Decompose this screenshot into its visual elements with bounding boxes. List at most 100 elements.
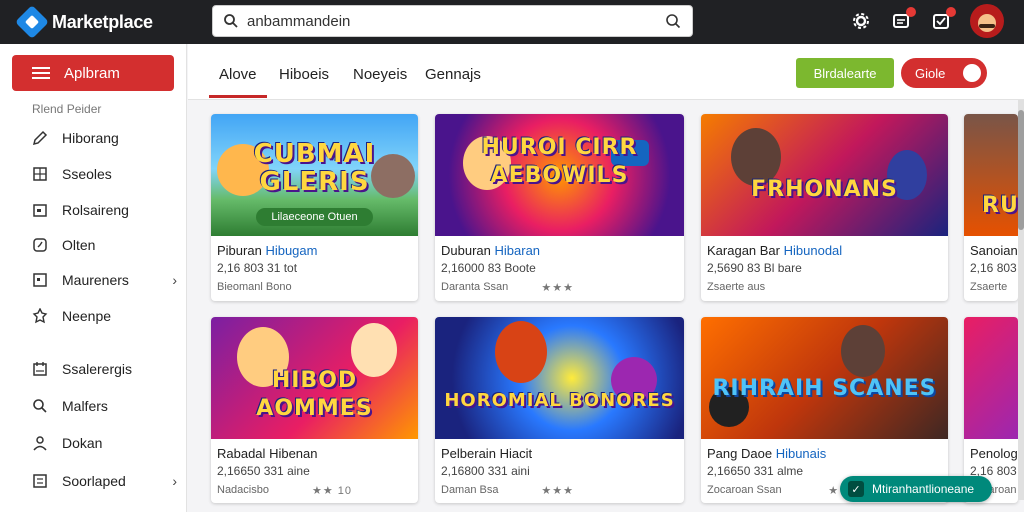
tab-hiboeis[interactable]: Hiboeis <box>279 66 329 83</box>
sidebar-item-label: Neenpe <box>62 308 112 324</box>
badge-icon <box>32 308 48 324</box>
game-name: Duburan Hibaran <box>441 243 541 258</box>
chevron-right-icon: › <box>172 473 177 489</box>
search-submit-icon[interactable] <box>664 12 682 30</box>
toggle-knob <box>963 64 981 82</box>
game-art: HOROMIAL BONORES <box>435 317 684 439</box>
scrollbar-thumb[interactable] <box>1018 110 1024 230</box>
game-art: CUBMAI GLERIS Lilaeceone Otuen <box>211 114 418 236</box>
sidebar-primary-button[interactable]: Aplbram <box>12 55 174 91</box>
sidebar-item-dokan[interactable]: Dokan <box>32 430 177 456</box>
grid-icon <box>32 166 48 182</box>
game-publisher: Bieomanl Bono <box>217 281 292 293</box>
game-publisher: Nadacisbo <box>217 484 269 496</box>
game-name: Rabadal Hibenan <box>217 446 318 461</box>
sidebar-item-malfers[interactable]: Malfers <box>32 393 177 419</box>
game-card[interactable]: HIBOD AOMMES Rabadal Hibenan 2,16650 331… <box>211 317 418 503</box>
sidebar-item-label: Ssalerergis <box>62 361 133 377</box>
calendar-icon <box>32 361 48 377</box>
sidebar-item-neenpe[interactable]: Neenpe <box>32 303 177 329</box>
search-input[interactable] <box>247 12 664 30</box>
game-art: RIHRAIH SCANES <box>701 317 948 439</box>
rating-stars: ★★ 10 <box>311 485 352 497</box>
game-card[interactable]: HOROMIAL BONORES Pelberain Hiacit 2,1680… <box>435 317 684 503</box>
character-art <box>841 325 885 377</box>
game-publisher: Zsaerte <box>970 281 1008 293</box>
content-scrollbar[interactable] <box>1018 100 1024 500</box>
tab-noeyeis[interactable]: Noeyeis <box>353 66 407 83</box>
notifications-icon[interactable] <box>890 7 916 32</box>
red-toggle-button[interactable]: Giole <box>901 58 987 88</box>
game-publisher: Daranta Ssan <box>441 281 509 293</box>
sidebar-item-sseoles[interactable]: Sseoles <box>32 161 177 187</box>
chevron-right-icon: › <box>172 272 177 288</box>
game-card[interactable]: RU Sanoian 2,16 803 Zsaerte <box>964 114 1018 301</box>
game-name: Piburan Hibugam <box>217 243 318 258</box>
calendar-icon <box>32 202 48 218</box>
marketplace-logo-icon <box>15 5 49 39</box>
sidebar-item-olten[interactable]: Olten <box>32 232 177 258</box>
game-card[interactable]: HUROI CIRR AEBOWILS Duburan Hibaran 2,16… <box>435 114 684 301</box>
game-art-title: HIBOD AOMMES <box>256 368 373 421</box>
character-art <box>495 321 547 383</box>
toast-label: Mtiranhantlioneane <box>872 482 975 496</box>
green-action-button[interactable]: Blrdalearte <box>796 58 894 88</box>
rating-stars: ★★★ <box>541 485 574 497</box>
sidebar-primary-label: Aplbram <box>64 64 120 82</box>
clock-icon <box>32 237 48 253</box>
game-meta: 2,16650 331 aine <box>217 464 310 478</box>
settings-icon[interactable] <box>850 10 872 32</box>
sidebar-item-ssalerergis[interactable]: Ssalerergis <box>32 356 177 382</box>
category-tabs: Alove Hiboeis Noeyeis Gennajs <box>188 44 1024 100</box>
game-publisher: Zocaroan Ssan <box>707 484 782 496</box>
sidebar-caption: Rlend Peider <box>32 102 102 116</box>
sidebar-item-label: Malfers <box>62 398 108 414</box>
red-toggle-label: Giole <box>915 65 946 81</box>
sidebar-item-soorlaped[interactable]: Soorlaped › <box>32 468 177 494</box>
sidebar-item-label: Olten <box>62 237 96 253</box>
header-actions <box>850 4 1004 38</box>
game-art-title: RU <box>982 193 1018 218</box>
brand[interactable]: Marketplace <box>0 5 200 39</box>
sidebar-item-label: Dokan <box>62 435 103 451</box>
sidebar-item-label: Hiborang <box>62 130 119 146</box>
game-meta: 2,16000 83 Boote <box>441 261 536 275</box>
sidebar-item-rolsaireng[interactable]: Rolsaireng <box>32 197 177 223</box>
game-meta: 2,16800 331 aini <box>441 464 530 478</box>
app-title: Marketplace <box>52 11 153 32</box>
sidebar-item-label: Sseoles <box>62 166 112 182</box>
game-meta: 2,16 803 <box>970 261 1017 275</box>
game-art-title: RIHRAIH SCANES <box>712 376 937 401</box>
game-art-title: FRHONANS <box>751 177 898 202</box>
game-publisher: Daman Bsa <box>441 484 499 496</box>
game-art-title: CUBMAI GLERIS <box>253 139 376 197</box>
sidebar-item-label: Soorlaped <box>62 473 126 489</box>
game-publisher: Zsaerte aus <box>707 281 766 293</box>
pen-icon <box>32 130 48 146</box>
avatar[interactable] <box>970 4 1004 38</box>
game-name: Karagan Bar Hibunodal <box>707 243 843 258</box>
search-icon <box>224 14 238 28</box>
game-name: Pelberain Hiacit <box>441 446 533 461</box>
game-art: FRHONANS <box>701 114 948 236</box>
game-name: Pang Daoe Hibunais <box>707 446 827 461</box>
sidebar-item-label: Maureners <box>62 272 129 288</box>
rating-stars: ★★★ <box>541 282 574 294</box>
game-meta: 2,5690 83 Bl bare <box>707 261 802 275</box>
tab-gennajs[interactable]: Gennajs <box>425 66 481 83</box>
game-art: HIBOD AOMMES <box>211 317 418 439</box>
menu-icon <box>32 67 50 79</box>
sidebar-item-hiborang[interactable]: Hiborang <box>32 125 177 151</box>
messages-icon[interactable] <box>930 7 956 32</box>
search-bar[interactable] <box>212 5 693 37</box>
game-meta: 2,16650 331 alme <box>707 464 804 478</box>
sidebar-item-maureners[interactable]: Maureners › <box>32 267 177 293</box>
game-art <box>964 317 1018 439</box>
game-name: Penologe <box>970 446 1018 461</box>
game-card[interactable]: CUBMAI GLERIS Lilaeceone Otuen Piburan H… <box>211 114 418 301</box>
game-art-title: HUROI CIRR AEBOWILS <box>481 135 638 188</box>
tab-alove[interactable]: Alove <box>209 66 266 98</box>
notification-toast[interactable]: ✓ Mtiranhantlioneane <box>840 476 992 502</box>
game-card[interactable]: FRHONANS Karagan Bar Hibunodal 2,5690 83… <box>701 114 948 301</box>
game-name: Sanoian <box>970 243 1018 258</box>
